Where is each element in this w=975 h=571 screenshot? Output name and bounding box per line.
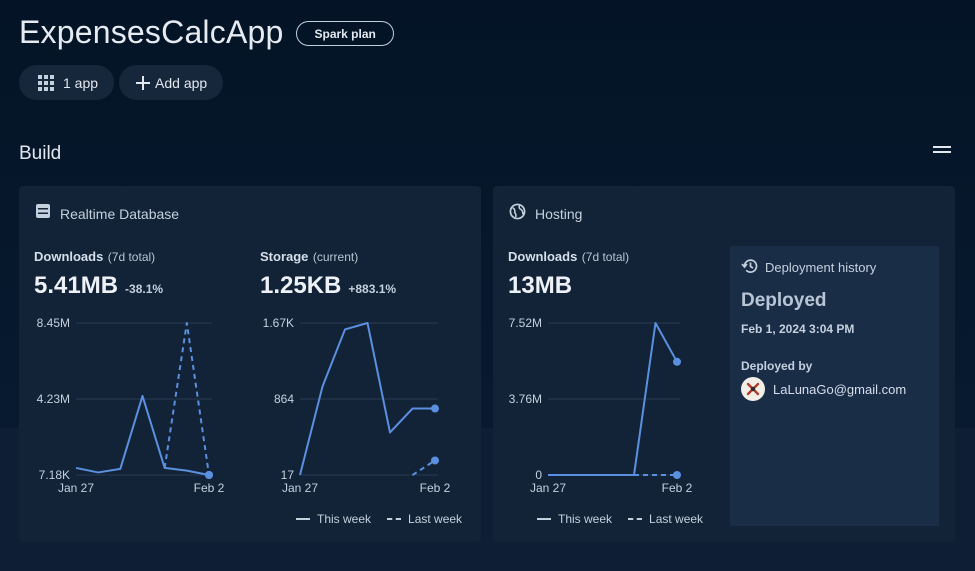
y-tick-label: 0 (535, 468, 542, 482)
y-tick-label: 3.76M (509, 392, 542, 406)
rtdb-storage-metric: Storage (current) 1.25KB +883.1% (260, 248, 396, 300)
history-icon (741, 257, 759, 278)
deployment-history-panel[interactable]: Deployment history Deployed Feb 1, 2024 … (730, 246, 939, 526)
dashed-line-icon (387, 518, 402, 520)
x-tick-label: Jan 27 (282, 481, 318, 494)
rtdb-card[interactable]: Realtime Database Downloads (7d total) 5… (19, 186, 481, 542)
metric-value: 13MB (508, 272, 573, 299)
metric-change: -38.1% (125, 282, 164, 296)
hosting-title: Hosting (535, 206, 583, 222)
legend-last-week: Last week (628, 512, 703, 526)
y-tick-label: 1.67K (263, 316, 294, 330)
deployment-time: Feb 1, 2024 3:04 PM (741, 322, 855, 336)
add-app-button[interactable]: Add app (119, 65, 224, 100)
project-header: ExpensesCalcApp Spark plan (19, 14, 394, 51)
rtdb-legend: This week Last week (296, 512, 462, 526)
metric-change: +883.1% (348, 282, 397, 296)
metric-sub: (7d total) (107, 250, 156, 264)
last-week-end-point (205, 471, 213, 479)
y-tick-label: 7.52M (509, 316, 542, 330)
hosting-card[interactable]: Hosting Downloads (7d total) 13MB 7.52M 3… (493, 186, 955, 542)
deployment-status: Deployed (741, 290, 827, 311)
project-title: ExpensesCalcApp (19, 14, 284, 50)
legend-label: This week (558, 512, 613, 526)
apps-label: 1 app (63, 74, 99, 91)
deployment-history-header: Deployment history (741, 257, 876, 278)
this-week-end-point (673, 357, 681, 366)
y-tick-label: 17 (281, 468, 295, 482)
rtdb-downloads-metric: Downloads (7d total) 5.41MB -38.1% (34, 248, 163, 300)
app-pills: 1 app Add app (19, 65, 224, 100)
deployed-by-user[interactable]: LaLunaGo@gmail.com (741, 377, 906, 401)
metric-sub: (7d total) (581, 250, 630, 264)
last-week-end-point (673, 471, 681, 479)
globe-icon (509, 203, 526, 225)
legend-this-week: This week (537, 512, 612, 526)
legend-label: Last week (408, 512, 463, 526)
hosting-downloads-metric: Downloads (7d total) 13MB (508, 248, 629, 300)
x-tick-label: Feb 2 (194, 481, 225, 494)
plus-icon (136, 75, 151, 90)
metric-sub: (current) (312, 250, 359, 264)
series-line-this-week[interactable] (75, 394, 210, 476)
y-tick-label: 4.23M (37, 392, 70, 406)
x-tick-label: Jan 27 (58, 481, 94, 494)
last-week-end-point (431, 456, 439, 465)
hosting-card-header: Hosting (509, 203, 582, 225)
x-tick-label: Feb 2 (420, 481, 451, 494)
plan-badge[interactable]: Spark plan (296, 21, 394, 46)
legend-this-week: This week (296, 512, 371, 526)
solid-line-icon (537, 518, 551, 520)
rtdb-downloads-chart[interactable]: 8.45M 4.23M 7.18KJan 27 Feb 2 (19, 314, 234, 494)
rtdb-title: Realtime Database (60, 205, 180, 222)
y-tick-label: 7.18K (39, 468, 70, 482)
deployed-by-label: Deployed by (741, 359, 813, 373)
rtdb-storage-chart[interactable]: 1.67K 864 17Jan 27 Feb 2 (241, 314, 481, 494)
rtdb-card-header: Realtime Database (35, 203, 179, 224)
hosting-legend: This week Last week (537, 512, 703, 526)
avatar (741, 377, 765, 401)
menu-icon[interactable] (933, 146, 951, 158)
user-email: LaLunaGo@gmail.com (773, 381, 907, 397)
metric-name: Downloads (508, 249, 578, 264)
metric-name: Storage (260, 249, 309, 264)
y-tick-label: 8.45M (37, 316, 70, 330)
x-tick-label: Jan 27 (530, 481, 566, 494)
database-icon (35, 203, 51, 224)
metric-value: 1.25KB (260, 272, 342, 299)
series-line-last-week[interactable] (411, 459, 436, 476)
add-app-label: Add app (155, 74, 208, 91)
dashed-line-icon (628, 518, 643, 520)
section-title: Build (19, 143, 62, 164)
apps-button[interactable]: 1 app (19, 65, 115, 100)
this-week-end-point (431, 404, 439, 413)
metric-name: Downloads (34, 249, 104, 264)
grid-icon (37, 74, 55, 92)
legend-label: This week (317, 512, 372, 526)
legend-last-week: Last week (387, 512, 462, 526)
y-tick-label: 864 (274, 392, 294, 406)
deployment-history-title: Deployment history (765, 260, 877, 275)
legend-label: Last week (649, 512, 704, 526)
solid-line-icon (296, 518, 310, 520)
metric-value: 5.41MB (34, 272, 119, 299)
x-tick-label: Feb 2 (662, 481, 693, 494)
hosting-downloads-chart[interactable]: 7.52M 3.76M 0Jan 27 Feb 2 (493, 314, 718, 494)
